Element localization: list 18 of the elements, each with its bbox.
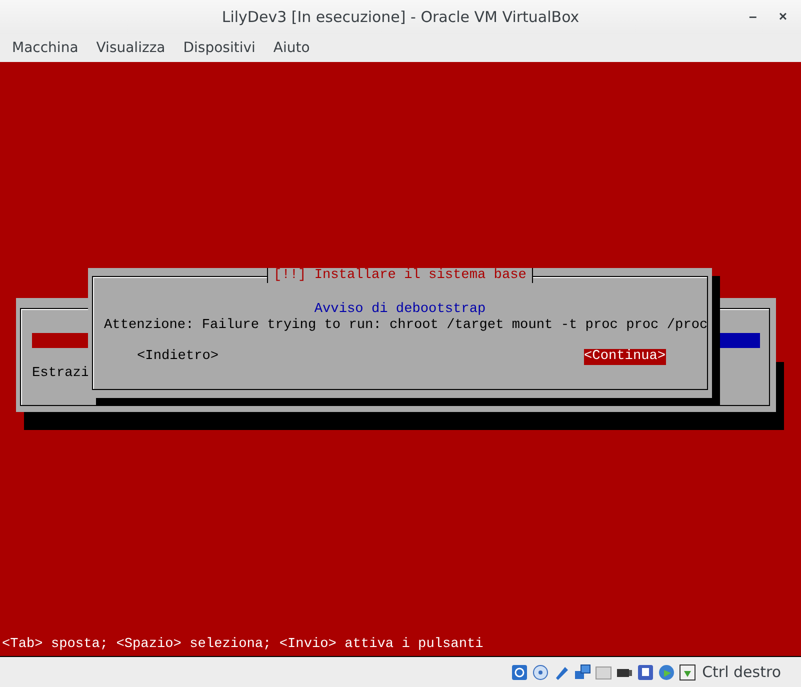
cd-icon[interactable] bbox=[532, 664, 550, 680]
minimize-button[interactable]: – bbox=[749, 8, 757, 24]
back-button[interactable]: <Indietro> bbox=[137, 349, 219, 365]
network-icon[interactable] bbox=[574, 664, 592, 680]
download-icon[interactable] bbox=[679, 664, 696, 680]
menu-item[interactable]: Dispositivi bbox=[183, 40, 256, 56]
close-button[interactable]: × bbox=[778, 8, 787, 24]
dialog-title: [!!] Installare il sistema base bbox=[266, 268, 534, 283]
menu-item[interactable]: Macchina bbox=[12, 40, 78, 56]
help-line: <Tab> sposta; <Spazio> seleziona; <Invio> attiva i pulsanti bbox=[2, 637, 484, 652]
window-title: LilyDev3 [In esecuzione] - Oracle VM VirtualBox bbox=[222, 8, 580, 26]
continue-button[interactable]: <Continua> bbox=[584, 349, 666, 365]
menu-item[interactable]: Aiuto bbox=[273, 40, 310, 56]
status-text: Estrazi bbox=[32, 366, 90, 382]
host-key-label: Ctrl destro bbox=[702, 663, 781, 681]
dialog-heading: Avviso di debootstrap bbox=[313, 302, 487, 318]
dialog-message: Attenzione: Failure trying to run: chroot /target mount -t proc proc /proc bbox=[104, 318, 708, 334]
menu-item[interactable]: Visualizza bbox=[96, 40, 166, 56]
